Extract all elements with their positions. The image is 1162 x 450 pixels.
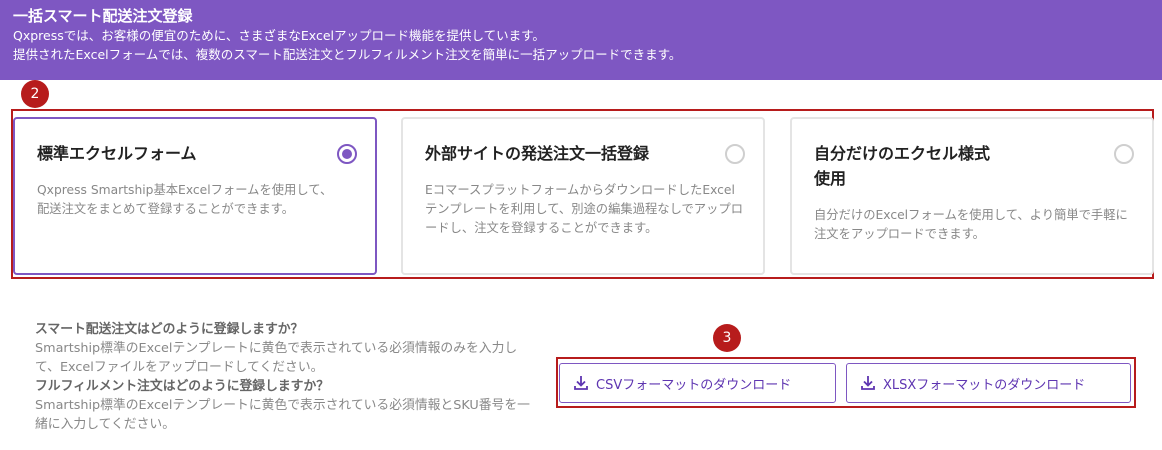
- header-description-1: Qxpressでは、お客様の便宜のために、さまざまなExcelアップロード機能を…: [13, 28, 545, 43]
- card-description: EコマースプラットフォームからダウンロードしたExcelテンプレートを利用して、…: [425, 183, 743, 235]
- help-answer-fulfillment: Smartship標準のExcelテンプレートに黄色で表示されている必須情報とS…: [35, 398, 530, 432]
- download-icon: [861, 376, 875, 390]
- header-description-2: 提供されたExcelフォームでは、複数のスマート配送注文とフルフィルメント注文を…: [13, 47, 682, 62]
- step-badge-2: 2: [21, 80, 49, 108]
- radio-external-site[interactable]: [725, 144, 745, 164]
- card-standard-excel[interactable]: 標準エクセルフォーム Qxpress Smartship基本Excelフォームを…: [13, 117, 377, 275]
- card-description: 自分だけのExcelフォームを使用して、より簡単で手軽に注文をアップロードできま…: [814, 208, 1128, 241]
- csv-download-label: CSVフォーマットのダウンロード: [596, 377, 792, 393]
- card-title: 自分だけのエクセル様式使用: [814, 144, 991, 188]
- card-title: 標準エクセルフォーム: [37, 144, 197, 163]
- help-question-smart: スマート配送注文はどのように登録しますか？: [35, 322, 304, 337]
- xlsx-download-button[interactable]: XLSXフォーマットのダウンロード: [846, 363, 1131, 403]
- card-description: Qxpress Smartship基本Excelフォームを使用して、配送注文をま…: [37, 183, 333, 216]
- help-answer-smart: Smartship標準のExcelテンプレートに黄色で表示されている必須情報のみ…: [35, 341, 518, 375]
- help-section: スマート配送注文はどのように登録しますか？ Smartship標準のExcelテ…: [35, 320, 535, 434]
- step-badge-3: 3: [713, 324, 741, 352]
- download-icon: [574, 376, 588, 390]
- radio-standard-excel[interactable]: [337, 144, 357, 164]
- radio-custom-excel[interactable]: [1114, 144, 1134, 164]
- card-title: 外部サイトの発送注文一括登録: [425, 144, 650, 163]
- help-question-fulfillment: フルフィルメント注文はどのように登録しますか？: [35, 379, 330, 394]
- xlsx-download-label: XLSXフォーマットのダウンロード: [883, 377, 1086, 393]
- page-title: 一括スマート配送注文登録: [13, 7, 193, 25]
- card-custom-excel[interactable]: 自分だけのエクセル様式使用 自分だけのExcelフォームを使用して、より簡単で手…: [790, 117, 1154, 275]
- card-external-site[interactable]: 外部サイトの発送注文一括登録 EコマースプラットフォームからダウンロードしたEx…: [401, 117, 765, 275]
- csv-download-button[interactable]: CSVフォーマットのダウンロード: [559, 363, 836, 403]
- page-header: 一括スマート配送注文登録 Qxpressでは、お客様の便宜のために、さまざまなE…: [0, 0, 1162, 80]
